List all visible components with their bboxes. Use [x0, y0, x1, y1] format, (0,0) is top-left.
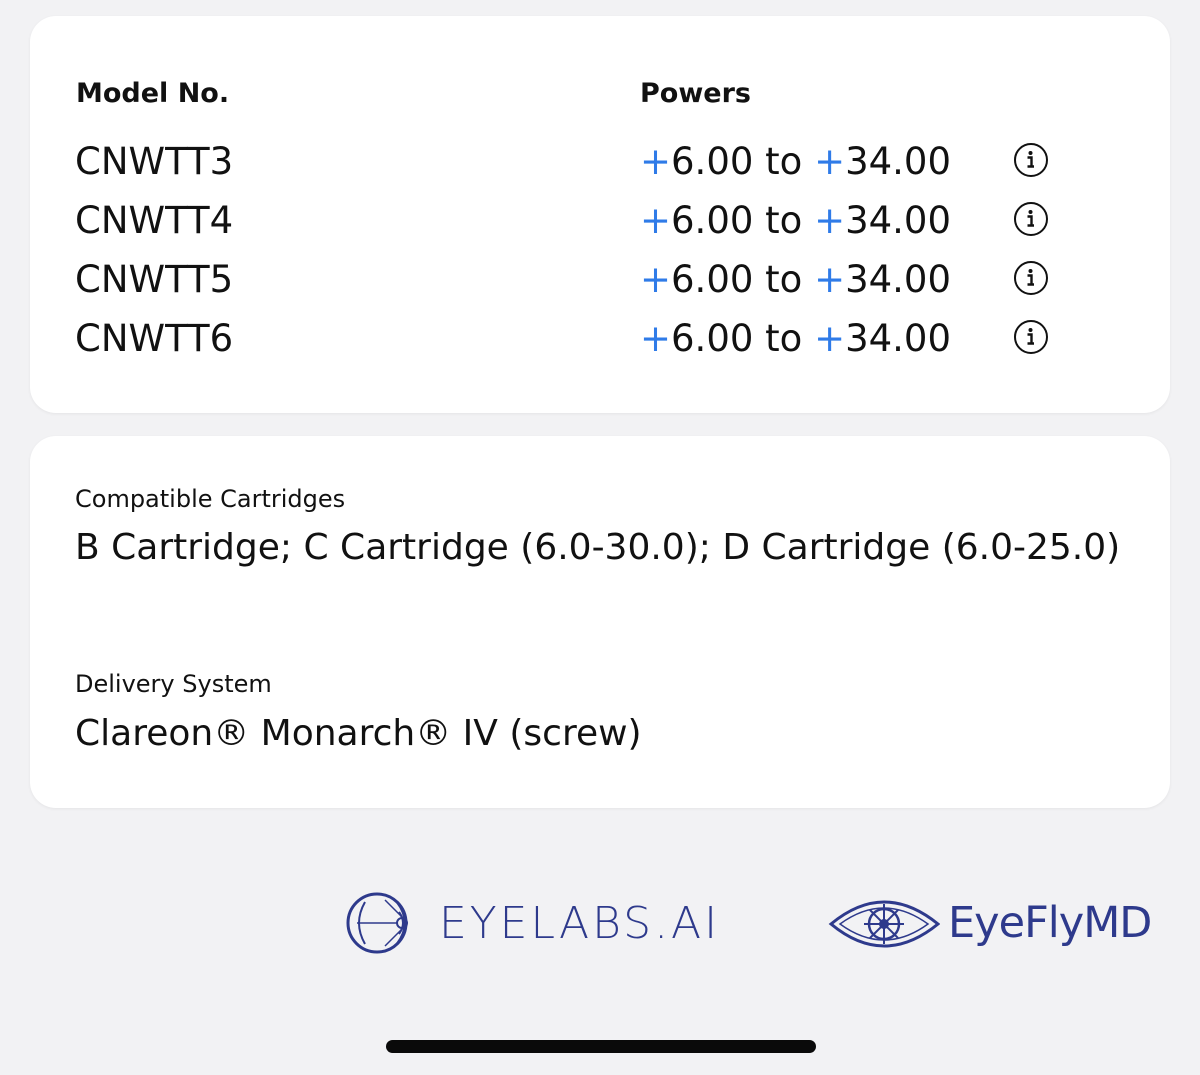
- power-separator: to: [753, 199, 815, 242]
- power-range: +6.00 to +34.00: [640, 191, 951, 250]
- plus-sign: +: [640, 199, 672, 242]
- eyeflymd-wordmark: EyeFlyMD: [948, 898, 1152, 948]
- plus-sign: +: [640, 317, 672, 360]
- home-indicator[interactable]: [386, 1040, 816, 1053]
- info-icon[interactable]: [1014, 202, 1048, 236]
- model-number: CNWTT5: [75, 258, 234, 301]
- delivery-system-label: Delivery System: [75, 670, 272, 698]
- model-number: CNWTT4: [75, 199, 234, 242]
- power-max: 34.00: [845, 317, 952, 360]
- power-min: 6.00: [671, 140, 754, 183]
- models-card: Model No. Powers CNWTT3 +6.00 to +34.00 …: [30, 16, 1170, 413]
- eyeflymd-logo: EyeFlyMD: [828, 888, 1152, 958]
- compatibility-card: Compatible Cartridges B Cartridge; C Car…: [30, 436, 1170, 808]
- power-max: 34.00: [845, 199, 952, 242]
- model-column-header: Model No.: [76, 78, 230, 109]
- plus-sign: +: [814, 258, 846, 301]
- plus-sign: +: [640, 140, 672, 183]
- compatible-cartridges-label: Compatible Cartridges: [75, 485, 346, 513]
- info-icon[interactable]: [1014, 261, 1048, 295]
- info-icon[interactable]: [1014, 320, 1048, 354]
- info-icon[interactable]: [1014, 143, 1048, 177]
- compatible-cartridges-value: B Cartridge; C Cartridge (6.0-30.0); D C…: [75, 527, 1121, 568]
- power-range: +6.00 to +34.00: [640, 132, 951, 191]
- power-max: 34.00: [845, 140, 952, 183]
- model-row: CNWTT6 +6.00 to +34.00: [30, 309, 1170, 368]
- power-separator: to: [753, 258, 815, 301]
- plus-sign: +: [814, 317, 846, 360]
- power-min: 6.00: [671, 258, 754, 301]
- delivery-system-value: Clareon® Monarch® IV (screw): [75, 713, 642, 754]
- power-max: 34.00: [845, 258, 952, 301]
- eye-outline-icon: [346, 892, 408, 954]
- plus-sign: +: [640, 258, 672, 301]
- model-row: CNWTT3 +6.00 to +34.00: [30, 132, 1170, 191]
- eye-ship-wheel-icon: [828, 900, 940, 948]
- model-number: CNWTT6: [75, 317, 234, 360]
- power-separator: to: [753, 140, 815, 183]
- model-number: CNWTT3: [75, 140, 234, 183]
- power-min: 6.00: [671, 199, 754, 242]
- model-row: CNWTT4 +6.00 to +34.00: [30, 191, 1170, 250]
- power-separator: to: [753, 317, 815, 360]
- power-range: +6.00 to +34.00: [640, 250, 951, 309]
- eyelabs-logo: EYELABS.AI: [345, 888, 720, 958]
- power-min: 6.00: [671, 317, 754, 360]
- plus-sign: +: [814, 199, 846, 242]
- eyelabs-wordmark: EYELABS.AI: [439, 897, 721, 949]
- powers-column-header: Powers: [640, 78, 751, 109]
- power-range: +6.00 to +34.00: [640, 309, 951, 368]
- plus-sign: +: [814, 140, 846, 183]
- model-row: CNWTT5 +6.00 to +34.00: [30, 250, 1170, 309]
